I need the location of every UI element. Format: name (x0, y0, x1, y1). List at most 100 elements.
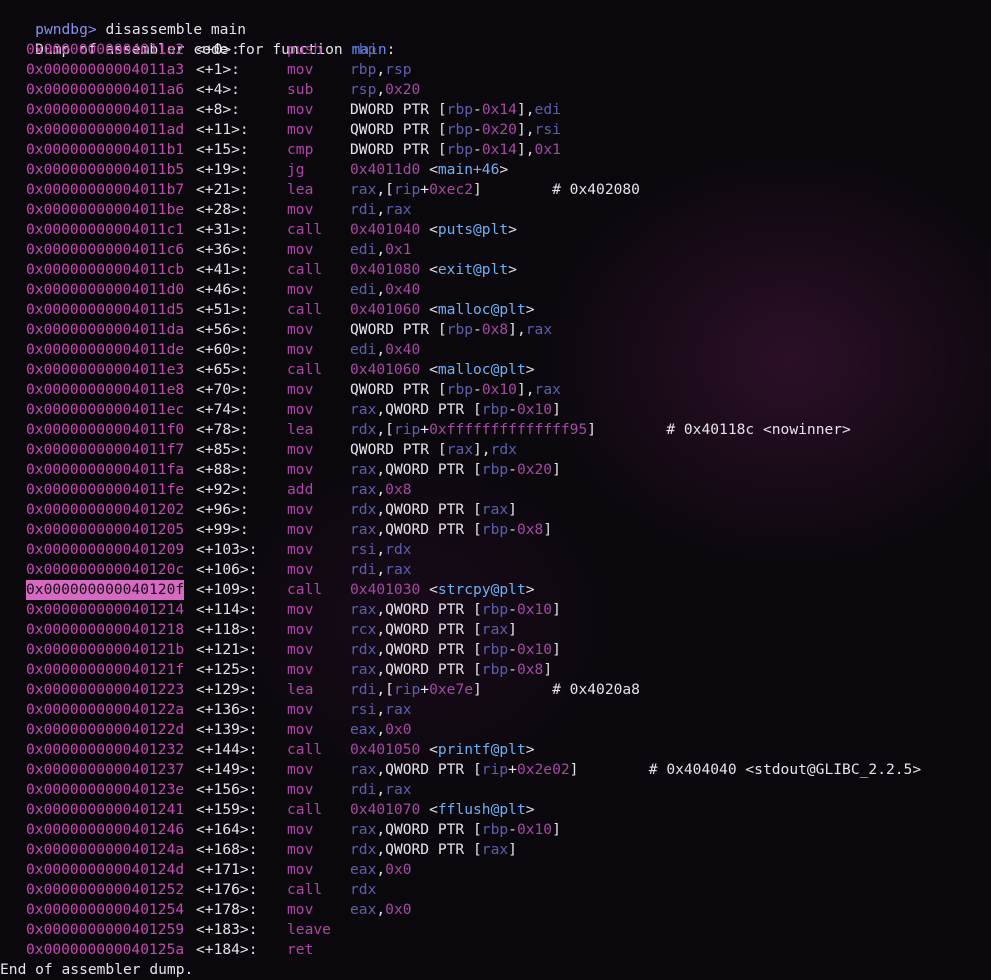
operand-token: ,[ (376, 421, 394, 438)
operand-token: - (473, 321, 482, 338)
instruction-operands: rdx,QWORD PTR [rax] (350, 840, 517, 860)
instruction-mnemonic: mov (287, 721, 314, 738)
operand-token: rax (534, 381, 561, 398)
operand-token: rbp (481, 821, 509, 838)
instruction-address: 0x0000000000401252 (26, 881, 185, 898)
operand-token: < (420, 741, 438, 758)
operand-token: rax (385, 781, 412, 798)
instruction-row: 0x000000000040121b <+121>: mov rdx,QWORD PT… (0, 640, 991, 660)
instruction-offset: <+8>: (196, 101, 240, 118)
instruction-row: 0x000000000040122a <+136>: mov rsi,rax (0, 700, 991, 720)
operand-token: rbp (446, 121, 474, 138)
operand-token: rax (385, 701, 412, 718)
instruction-operands: rax,QWORD PTR [rbp-0x8] (350, 520, 552, 540)
terminal-window[interactable]: pwndbg> disassemble main Dump of assembl… (0, 0, 991, 979)
instruction-mnemonic: mov (287, 401, 314, 418)
instruction-mnemonic: lea (287, 181, 314, 198)
instruction-offset: <+46>: (196, 281, 249, 298)
instruction-operands: rax,[rip+0xec2] # 0x402080 (350, 180, 640, 200)
instruction-address: 0x00000000004011b7 (26, 181, 185, 198)
instruction-operands: DWORD PTR [rbp-0x14],edi (350, 100, 561, 120)
instruction-offset: <+65>: (196, 361, 249, 378)
instruction-offset: <+184>: (196, 941, 258, 958)
instruction-row: 0x000000000040120c <+106>: mov rdi,rax (0, 560, 991, 580)
operand-token: 0x20 (516, 461, 553, 478)
instruction-row: 0x0000000000401252 <+176>: call rdx (0, 880, 991, 900)
instruction-row: 0x000000000040121f <+125>: mov rax,QWORD PT… (0, 660, 991, 680)
instruction-address: 0x000000000040121f (26, 661, 185, 678)
instruction-offset: <+41>: (196, 261, 249, 278)
instruction-operands: eax,0x0 (350, 900, 412, 920)
instruction-operands: 0x401030 <strcpy@plt> (350, 580, 535, 600)
instruction-mnemonic: call (287, 581, 323, 598)
instruction-address: 0x00000000004011fe (26, 481, 185, 498)
operand-token: + (420, 421, 430, 438)
instruction-operands: 0x401040 <puts@plt> (350, 220, 517, 240)
instruction-offset: <+88>: (196, 461, 249, 478)
operand-token: rsi (350, 701, 377, 718)
instruction-row: 0x00000000004011aa <+8>: mov DWORD PTR [rbp… (0, 100, 991, 120)
operand-token: ] (543, 521, 553, 538)
instruction-offset: <+178>: (196, 901, 258, 918)
prompt-line: pwndbg> disassemble main (0, 0, 246, 38)
instruction-mnemonic: mov (287, 441, 314, 458)
instruction-offset: <+0>: (196, 41, 240, 58)
instruction-mnemonic: mov (287, 541, 314, 558)
instruction-address: 0x0000000000401218 (26, 621, 185, 638)
instruction-row: 0x000000000040122d <+139>: mov eax,0x0 (0, 720, 991, 740)
instruction-row: 0x0000000000401237 <+149>: mov rax,QWORD PT… (0, 760, 991, 780)
instruction-mnemonic: mov (287, 281, 314, 298)
operand-token: rax (481, 501, 509, 518)
instruction-mnemonic: leave (287, 921, 331, 938)
instruction-offset: <+19>: (196, 161, 249, 178)
operand-token: , (376, 701, 386, 718)
instruction-row: 0x00000000004011cb <+41>: call 0x401080 <ex… (0, 260, 991, 280)
instruction-operands: rsi,rax (350, 700, 412, 720)
instruction-offset: <+136>: (196, 701, 258, 718)
operand-token: rip (481, 761, 509, 778)
operand-token: DWORD PTR [ (350, 141, 447, 158)
operand-token: rbp (350, 41, 377, 58)
operand-token: edi (350, 341, 377, 358)
operand-token: rdx (350, 881, 377, 898)
instruction-row: 0x00000000004011be <+28>: mov rdi,rax (0, 200, 991, 220)
instruction-mnemonic: mov (287, 861, 314, 878)
operand-token: 0x10 (516, 821, 553, 838)
instruction-offset: <+129>: (196, 681, 258, 698)
instruction-address: 0x00000000004011de (26, 341, 185, 358)
instruction-mnemonic: mov (287, 901, 314, 918)
operand-token: 0x401050 (350, 741, 421, 758)
instruction-operands: DWORD PTR [rbp-0x14],0x1 (350, 140, 561, 160)
operand-token: , (376, 561, 386, 578)
instruction-offset: <+4>: (196, 81, 240, 98)
instruction-operands: rdx,QWORD PTR [rbp-0x10] (350, 640, 561, 660)
instruction-mnemonic: mov (287, 841, 314, 858)
instruction-offset: <+121>: (196, 641, 258, 658)
operand-token: ], (473, 441, 491, 458)
instruction-address: 0x000000000040122d (26, 721, 185, 738)
instruction-address: 0x00000000004011c6 (26, 241, 185, 258)
operand-token: 0xec2 (429, 181, 474, 198)
instruction-address: 0x00000000004011b1 (26, 141, 185, 158)
instruction-mnemonic: lea (287, 421, 314, 438)
instruction-operands: rsi,rdx (350, 540, 412, 560)
instruction-offset: <+96>: (196, 501, 249, 518)
operand-token: rsi (534, 121, 561, 138)
operand-token: rip (393, 681, 421, 698)
instruction-row: 0x0000000000401223 <+129>: lea rdi,[rip+0xe… (0, 680, 991, 700)
instruction-row: 0x00000000004011e3 <+65>: call 0x401060 <ma… (0, 360, 991, 380)
operand-token: 0x401040 (350, 221, 421, 238)
instruction-mnemonic: mov (287, 561, 314, 578)
instruction-address: 0x00000000004011be (26, 201, 185, 218)
operand-token: rax (481, 621, 509, 638)
operand-token: - (508, 641, 517, 658)
instruction-operands: QWORD PTR [rax],rdx (350, 440, 517, 460)
instruction-row: 0x00000000004011fa <+88>: mov rax,QWORD PTR… (0, 460, 991, 480)
operand-token: malloc@plt (437, 361, 526, 378)
instruction-offset: <+99>: (196, 521, 249, 538)
operand-token: 0x10 (516, 601, 553, 618)
operand-token: < (420, 361, 438, 378)
operand-token: ] (552, 401, 561, 418)
instruction-mnemonic: mov (287, 241, 314, 258)
operand-token: , (376, 201, 386, 218)
